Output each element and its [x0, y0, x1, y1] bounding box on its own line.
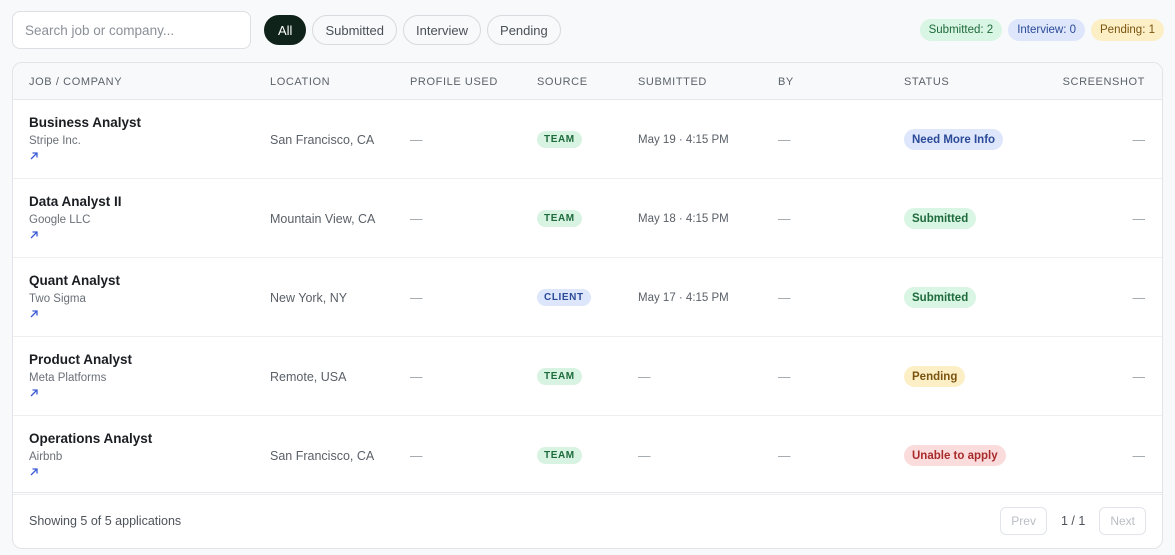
status-filters: All Submitted Interview Pending [264, 15, 561, 45]
status-cell: Pending [904, 337, 966, 416]
job-title[interactable]: Quant Analyst [29, 273, 120, 288]
col-by: BY [778, 75, 794, 88]
status-badge: Submitted [904, 208, 977, 229]
submitted-cell: May 17 · 4:15 PM [638, 291, 729, 304]
source-badge: TEAM [537, 368, 582, 385]
screenshot-cell: — [1132, 211, 1146, 226]
source-cell: TEAM [537, 100, 582, 179]
screenshot-cell: — [1132, 132, 1146, 147]
col-status: STATUS [904, 75, 950, 88]
col-profile-used: PROFILE USED [410, 75, 498, 88]
table-row[interactable]: Data Analyst II Google LLC Mountain View… [13, 179, 1162, 258]
interview-count-badge: Interview: 0 [1008, 19, 1085, 41]
job-company-cell: Operations Analyst Airbnb [29, 416, 152, 495]
pagination: Prev 1 / 1 Next [1000, 506, 1146, 535]
submitted-cell: May 18 · 4:15 PM [638, 212, 729, 225]
pending-count-badge: Pending: 1 [1091, 19, 1164, 41]
job-company-cell: Business Analyst Stripe Inc. [29, 100, 141, 179]
profile-used-cell: — [410, 132, 423, 147]
applications-table: JOB / COMPANY LOCATION PROFILE USED SOUR… [12, 62, 1163, 549]
by-cell: — [778, 132, 791, 147]
status-cell: Need More Info [904, 100, 1004, 179]
external-link-icon[interactable] [29, 467, 39, 477]
company-name: Meta Platforms [29, 372, 107, 384]
table-body: Business Analyst Stripe Inc. San Francis… [13, 100, 1162, 495]
table-row[interactable]: Operations Analyst Airbnb San Francisco,… [13, 416, 1162, 495]
status-badge: Pending [904, 366, 966, 387]
col-screenshot: SCREENSHOT [1062, 75, 1145, 88]
table-footer: Showing 5 of 5 applications Prev 1 / 1 N… [13, 492, 1162, 548]
status-badge: Unable to apply [904, 445, 1006, 466]
prev-page-button[interactable]: Prev [1000, 506, 1047, 535]
submitted-cell: May 19 · 4:15 PM [638, 133, 729, 146]
status-cell: Submitted [904, 179, 977, 258]
external-link-icon[interactable] [29, 151, 39, 161]
table-row[interactable]: Business Analyst Stripe Inc. San Francis… [13, 100, 1162, 179]
status-cell: Unable to apply [904, 416, 1006, 495]
table-row[interactable]: Product Analyst Meta Platforms Remote, U… [13, 337, 1162, 416]
col-source: SOURCE [537, 75, 588, 88]
company-name: Stripe Inc. [29, 135, 81, 147]
job-title[interactable]: Product Analyst [29, 352, 132, 367]
by-cell: — [778, 290, 791, 305]
status-badge: Need More Info [904, 129, 1004, 150]
location-cell: New York, NY [270, 290, 348, 305]
table-header: JOB / COMPANY LOCATION PROFILE USED SOUR… [13, 63, 1162, 100]
company-name: Two Sigma [29, 293, 86, 305]
job-title[interactable]: Operations Analyst [29, 431, 152, 446]
col-location: LOCATION [270, 75, 331, 88]
status-cell: Submitted [904, 258, 977, 337]
source-cell: TEAM [537, 179, 582, 258]
location-cell: San Francisco, CA [270, 448, 375, 463]
submitted-cell: — [638, 369, 651, 384]
results-summary: Showing 5 of 5 applications [29, 513, 182, 528]
job-title[interactable]: Data Analyst II [29, 194, 122, 209]
location-cell: San Francisco, CA [270, 132, 375, 147]
job-company-cell: Data Analyst II Google LLC [29, 179, 122, 258]
by-cell: — [778, 369, 791, 384]
location-cell: Mountain View, CA [270, 211, 376, 226]
status-counters: Submitted: 2 Interview: 0 Pending: 1 [919, 19, 1164, 41]
filter-pending[interactable]: Pending [487, 15, 561, 45]
external-link-icon[interactable] [29, 230, 39, 240]
by-cell: — [778, 448, 791, 463]
submitted-count-badge: Submitted: 2 [919, 19, 1003, 41]
source-cell: TEAM [537, 416, 582, 495]
profile-used-cell: — [410, 448, 423, 463]
profile-used-cell: — [410, 369, 423, 384]
submitted-cell: — [638, 448, 651, 463]
job-title[interactable]: Business Analyst [29, 115, 141, 130]
col-submitted: SUBMITTED [638, 75, 707, 88]
filter-all[interactable]: All [264, 15, 307, 45]
next-page-button[interactable]: Next [1099, 506, 1146, 535]
source-badge: TEAM [537, 447, 582, 464]
profile-used-cell: — [410, 290, 423, 305]
external-link-icon[interactable] [29, 388, 39, 398]
by-cell: — [778, 211, 791, 226]
source-badge: TEAM [537, 131, 582, 148]
status-badge: Submitted [904, 287, 977, 308]
location-cell: Remote, USA [270, 369, 347, 384]
screenshot-cell: — [1132, 290, 1146, 305]
source-badge: CLIENT [537, 289, 591, 306]
screenshot-cell: — [1132, 369, 1146, 384]
table-row[interactable]: Quant Analyst Two Sigma New York, NY — C… [13, 258, 1162, 337]
job-company-cell: Quant Analyst Two Sigma [29, 258, 120, 337]
filter-submitted[interactable]: Submitted [312, 15, 397, 45]
filter-interview[interactable]: Interview [403, 15, 482, 45]
source-cell: CLIENT [537, 258, 591, 337]
job-company-cell: Product Analyst Meta Platforms [29, 337, 132, 416]
page-indicator: 1 / 1 [1060, 513, 1086, 528]
profile-used-cell: — [410, 211, 423, 226]
source-cell: TEAM [537, 337, 582, 416]
company-name: Airbnb [29, 451, 63, 463]
screenshot-cell: — [1132, 448, 1146, 463]
search-input[interactable] [12, 11, 251, 49]
toolbar: All Submitted Interview Pending Submitte… [12, 11, 1164, 49]
source-badge: TEAM [537, 210, 582, 227]
company-name: Google LLC [29, 214, 91, 226]
col-job-company: JOB / COMPANY [29, 75, 123, 88]
external-link-icon[interactable] [29, 309, 39, 319]
